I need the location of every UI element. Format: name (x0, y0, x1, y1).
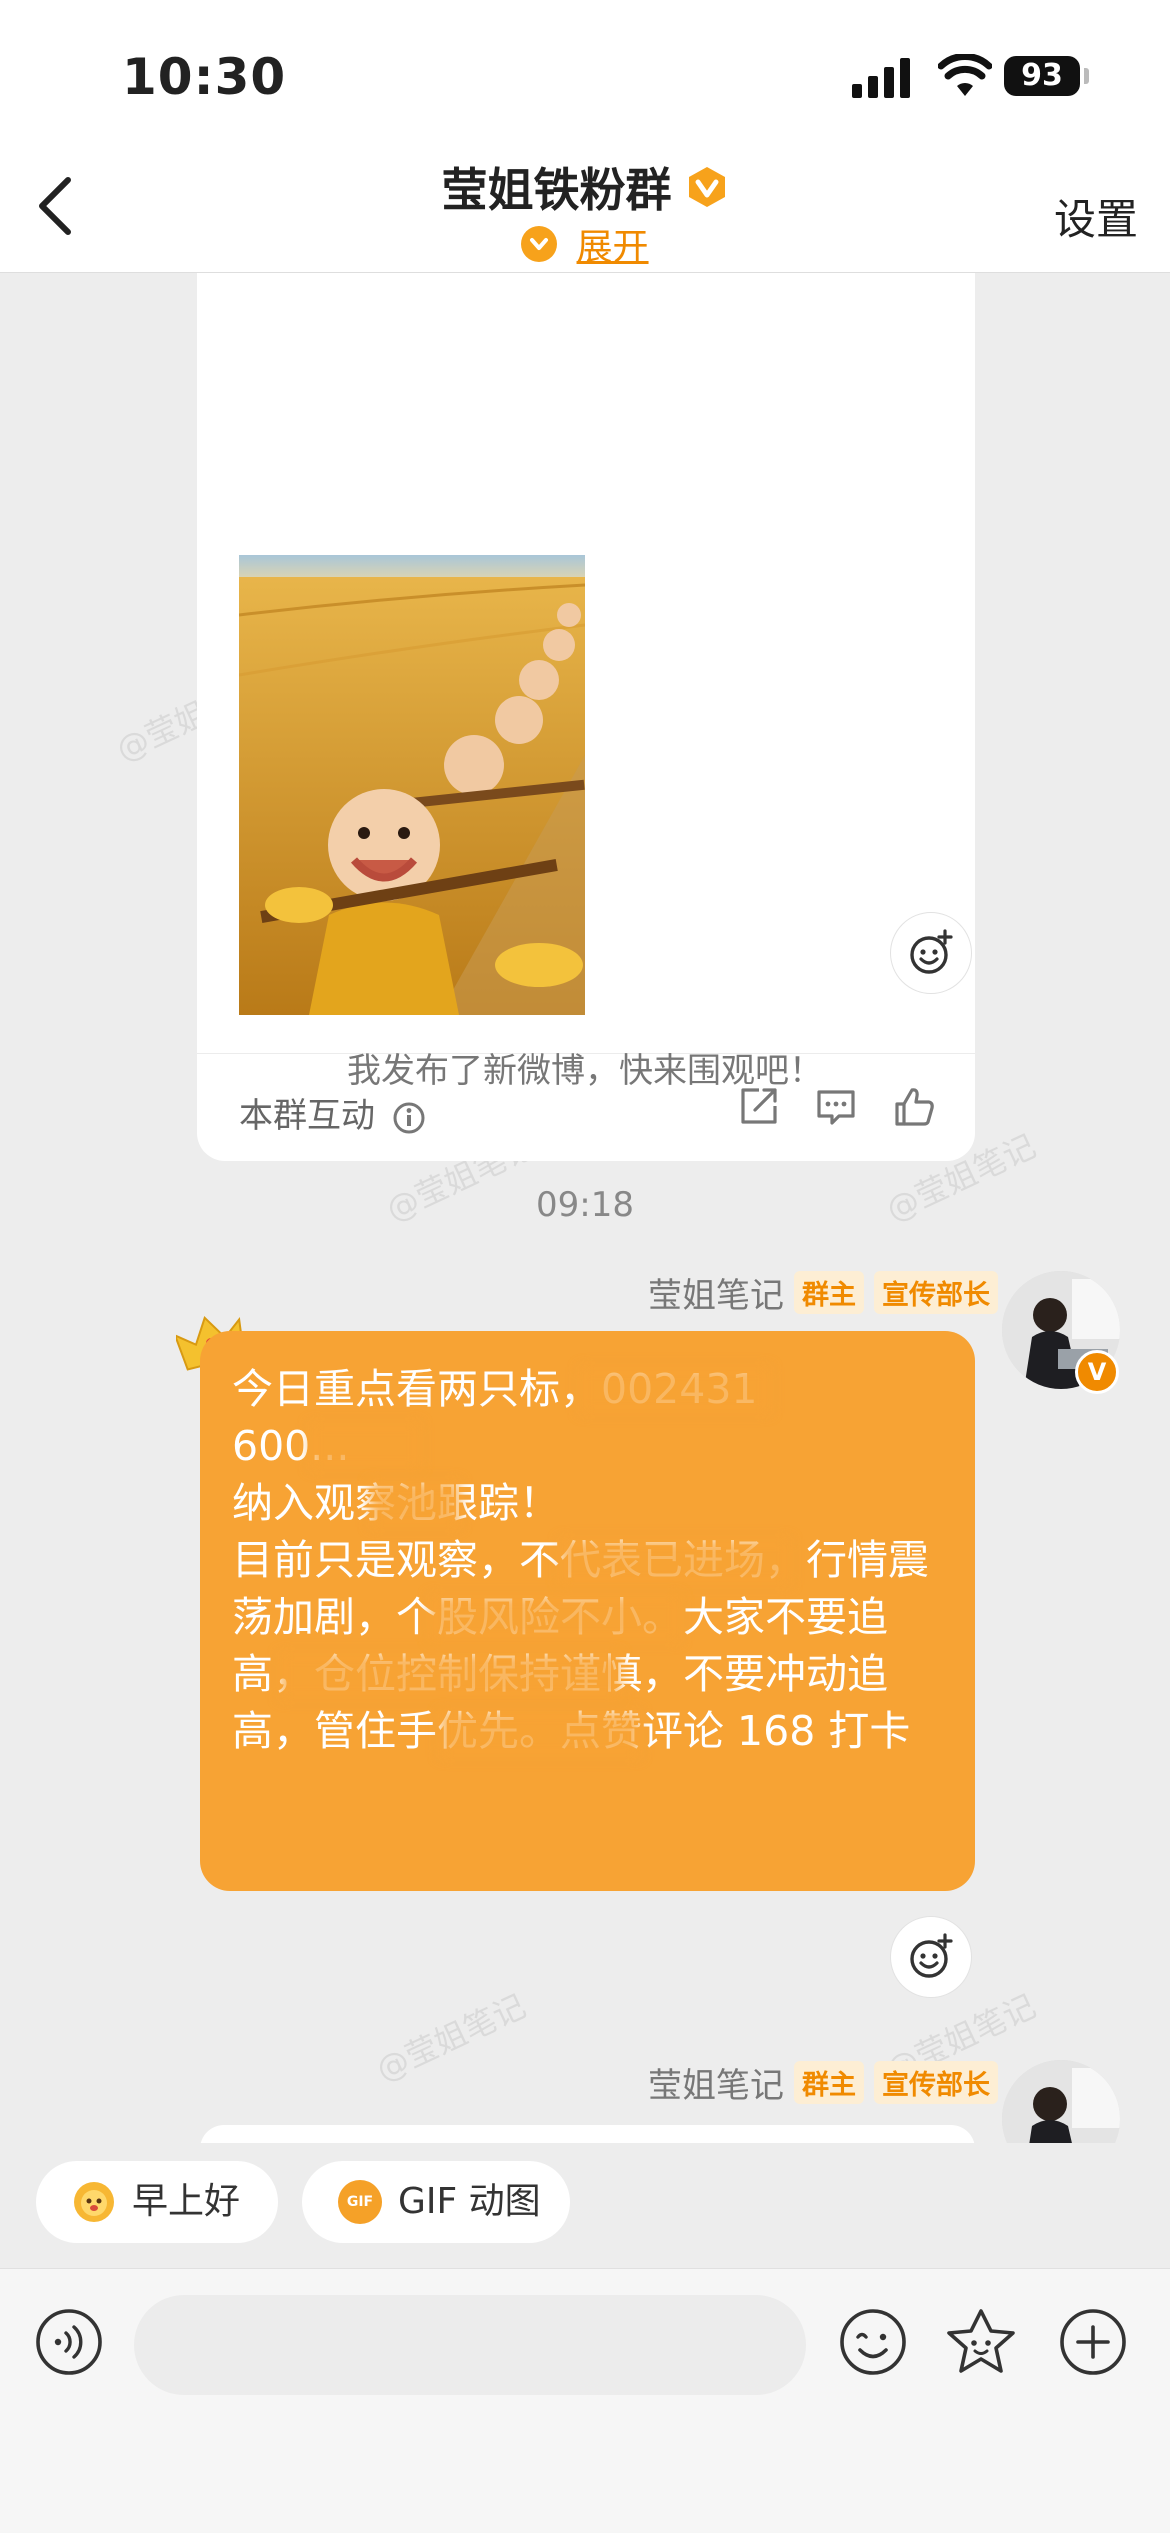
owner-tag: 群主 (794, 2061, 864, 2104)
status-time: 10:30 (122, 48, 287, 106)
chevron-down-icon (521, 226, 558, 262)
message-bubble[interactable] (200, 2125, 975, 2143)
emoji-icon[interactable] (838, 2307, 908, 2377)
gif-icon: GIF (338, 2180, 382, 2224)
verified-badge-icon: V (1075, 1350, 1119, 1394)
quick-reply-good-morning[interactable]: 早上好 (36, 2161, 278, 2243)
wifi-icon (938, 54, 992, 96)
message-input[interactable] (134, 2295, 806, 2395)
role-tag: 宣传部长 (874, 1271, 998, 1314)
expand-toggle[interactable]: 展开 (0, 218, 1170, 270)
chat-area[interactable]: @莹姐笔记 @莹姐笔记 @莹姐笔记 @莹姐笔记 @莹姐笔记 本群互动 我发布了新… (0, 273, 1170, 2143)
signal-icon (852, 58, 910, 98)
privacy-blur (440, 1711, 640, 1757)
quick-reply-label: 早上好 (132, 2181, 241, 2222)
add-reaction-icon (910, 1933, 953, 1978)
message-bubble[interactable]: 今日重点看两只标，002431 600... 纳入观察池跟踪！ 目前只是观察，不… (200, 1331, 975, 1891)
group-title[interactable]: 莹姐铁粉群 (441, 163, 671, 217)
avatar[interactable] (1002, 2060, 1120, 2143)
verified-badge-icon (688, 167, 725, 207)
privacy-blur (560, 1539, 790, 1585)
role-tag: 宣传部长 (874, 2061, 998, 2104)
sun-emoji-icon (74, 2182, 114, 2222)
privacy-blur (430, 1595, 680, 1641)
sender-row: 莹姐笔记 群主 宣传部长 (648, 2058, 998, 2107)
privacy-blur (280, 1653, 620, 1699)
group-title-row: 莹姐铁粉群 (0, 154, 1170, 220)
add-reaction-icon (910, 929, 953, 974)
privacy-blur (580, 1367, 770, 1413)
owner-tag: 群主 (794, 1271, 864, 1314)
sender-name[interactable]: 莹姐笔记 (648, 1276, 784, 1316)
add-reaction-button[interactable] (890, 1916, 972, 1998)
add-reaction-button[interactable] (890, 912, 972, 994)
input-bar (0, 2268, 1170, 2533)
info-icon[interactable] (392, 1101, 426, 1135)
system-message: 我发布了新微博，快来围观吧！ (347, 1051, 823, 1091)
sender-row: 莹姐笔记 群主 宣传部长 (648, 1268, 998, 1317)
battery-tip (1084, 68, 1089, 84)
expand-label: 展开 (576, 227, 649, 268)
sender-name[interactable]: 莹姐笔记 (648, 2066, 784, 2106)
voice-icon[interactable] (34, 2307, 104, 2377)
quick-reply-bar: 早上好 GIF GIF 动图 (0, 2143, 1170, 2268)
chat-header: 莹姐铁粉群 展开 设置 (0, 140, 1170, 273)
group-interaction[interactable]: 本群互动 (239, 1088, 426, 1137)
battery-indicator: 93 (1004, 56, 1080, 96)
timestamp: 09:18 (536, 1185, 634, 1225)
privacy-blur (370, 1481, 460, 1527)
settings-button[interactable]: 设置 (1054, 186, 1138, 247)
status-bar: 10:30 93 (0, 0, 1170, 140)
watermark: @莹姐笔记 (370, 1986, 532, 2089)
plus-icon[interactable] (1058, 2307, 1128, 2377)
sticker-icon[interactable] (944, 2307, 1018, 2379)
privacy-blur (310, 1423, 420, 1469)
quick-reply-label: GIF 动图 (398, 2181, 541, 2222)
group-interaction-label: 本群互动 (239, 1096, 375, 1136)
shared-weibo-card[interactable]: 本群互动 (197, 273, 975, 1161)
card-photo[interactable] (239, 555, 585, 1015)
quick-reply-gif[interactable]: GIF GIF 动图 (302, 2161, 570, 2243)
